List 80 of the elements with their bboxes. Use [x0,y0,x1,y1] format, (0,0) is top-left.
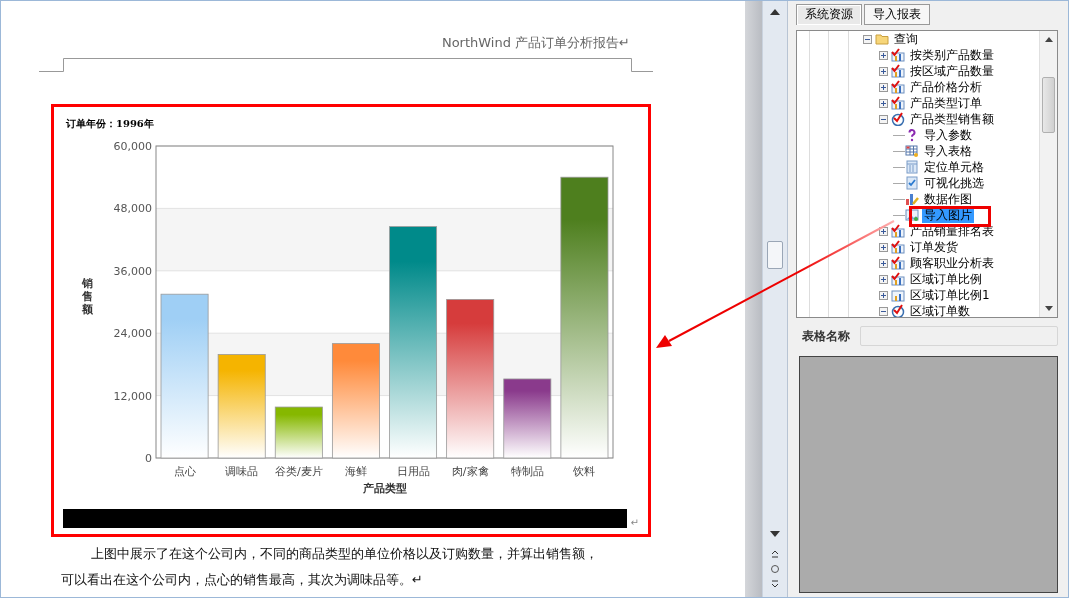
category-label: 谷类/麦片 [274,465,323,478]
table-name-field[interactable] [860,326,1058,346]
figure-title: 订单年份：1996年 [66,118,154,130]
tree-item[interactable]: 定位单元格 [922,159,986,175]
tree-item[interactable]: 顾客职业分析表 [908,255,996,271]
collapse-icon[interactable] [879,114,888,124]
y-tick-label: 24,000 [113,327,152,341]
scroll-down-icon[interactable] [1044,306,1053,311]
category-label: 海鲜 [344,465,367,478]
tree-item[interactable]: 产品类型销售额 [908,111,996,127]
collapse-icon[interactable] [863,34,872,44]
tree-item[interactable]: 区域订单比例1 [908,287,992,303]
image-icon [905,208,919,222]
tree-item[interactable]: 产品类型订单 [908,95,984,111]
category-label: 调味品 [225,465,259,478]
tree-item[interactable]: 可视化挑选 [922,175,986,191]
scroll-down-icon[interactable] [770,531,780,537]
scroll-up-icon[interactable] [770,9,780,15]
x-axis-title: 产品类型 [362,482,407,495]
page-header: NorthWind 产品订单分析报告↵ [441,35,630,51]
category-label: 日用品 [396,465,430,478]
y-tick-label: 60,000 [113,140,152,153]
category-label: 肉/家禽 [451,465,489,478]
expand-icon[interactable] [879,258,888,268]
checklist-icon [905,176,919,190]
scroll-up-icon[interactable] [1044,37,1053,42]
category-label: 饮料 [573,465,596,478]
scroll-thumb[interactable] [767,241,783,269]
paragraph-mark: ↵ [630,518,639,528]
tab[interactable]: 系统资源 [796,4,862,25]
tree-item[interactable]: 区域订单数 [908,303,972,317]
y-axis-title: 销售额 [81,277,93,316]
expand-icon[interactable] [879,82,888,92]
expand-icon[interactable] [879,274,888,284]
cell-icon [905,160,919,174]
tree-item[interactable]: 查询 [892,31,920,47]
tree-item[interactable]: 区域订单比例 [908,271,984,287]
expand-icon[interactable] [879,226,888,236]
report-chart-icon [891,272,905,286]
y-tick-label: 48,000 [113,202,152,216]
expand-icon[interactable] [879,290,888,300]
expand-icon[interactable] [879,50,888,60]
field-label: 表格名称 [802,327,850,345]
tree-item[interactable]: 数据作图 [922,191,974,207]
expand-icon[interactable] [879,242,888,252]
tree-item[interactable]: 产品价格分析 [908,79,984,95]
y-tick-label: 0 [145,452,152,465]
table-icon [905,144,919,158]
tree-item[interactable]: 导入表格 [922,143,974,159]
y-tick-label: 36,000 [113,264,152,278]
previous-page-icon[interactable] [770,549,780,559]
y-tick-label: 12,000 [113,389,152,403]
tree-item[interactable]: 按类别产品数量 [908,47,996,63]
tree-scrollbar[interactable] [1039,31,1057,317]
report-chart-icon [891,256,905,270]
expand-icon[interactable] [879,66,888,76]
body-text-line: 上图中展示了在这个公司内，不同的商品类型的单位价格以及订购数量，并算出销售额， [91,545,598,563]
select-browse-icon[interactable] [770,564,780,574]
report-chart-icon [891,80,905,94]
category-label: 点心 [173,465,196,478]
expand-icon[interactable] [879,98,888,108]
report-chart-icon [891,96,905,110]
tab[interactable]: 导入报表 [864,4,930,25]
collapse-icon[interactable] [879,306,888,316]
tree-item[interactable]: 导入参数 [922,127,974,143]
bar-chart-pencil-icon [905,192,919,206]
scroll-thumb[interactable] [1042,77,1055,133]
report-chart-icon [891,224,905,238]
folder-icon [875,32,889,46]
report-chart-icon [891,48,905,62]
body-text-line: 可以看出在这个公司内，点心的销售最高，其次为调味品等。↵ [61,571,423,589]
report-chart-icon [891,240,905,254]
category-label: 特制品 [510,465,544,478]
tree-item[interactable]: 按区域产品数量 [908,63,996,79]
bar [274,406,323,459]
bar-chart-icon [891,288,905,302]
next-page-icon[interactable] [770,579,780,589]
check-circle-icon [891,112,905,126]
tree-item[interactable]: 订单发货 [908,239,960,255]
report-chart-icon [891,64,905,78]
